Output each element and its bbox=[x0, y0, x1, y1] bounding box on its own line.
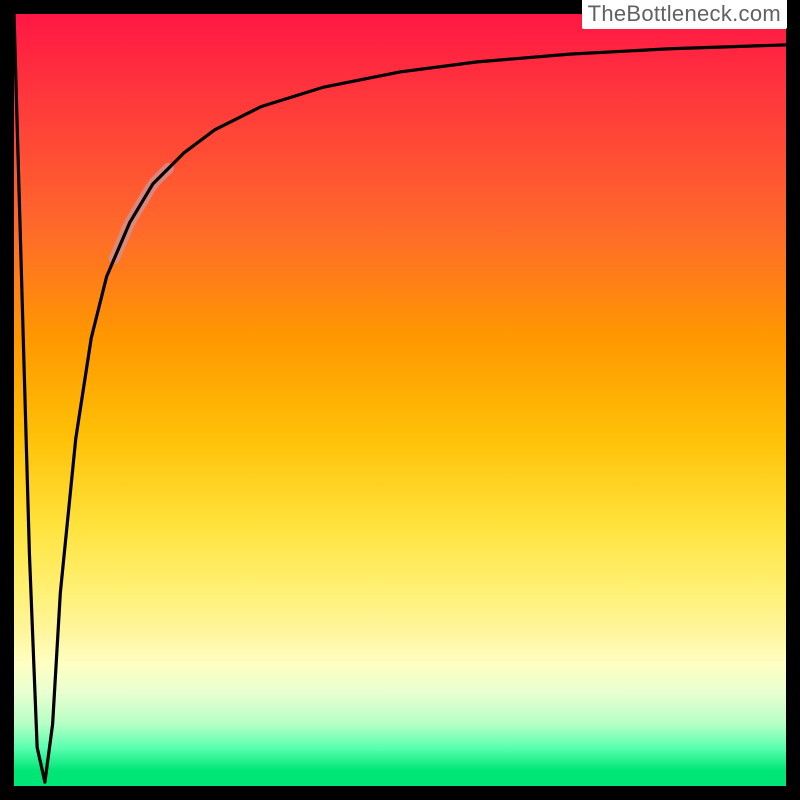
highlight-segment bbox=[114, 168, 168, 258]
bottleneck-curve-path bbox=[14, 14, 786, 782]
curve-layer bbox=[14, 14, 786, 786]
attribution-label: TheBottleneck.com bbox=[582, 0, 787, 29]
bottleneck-chart: TheBottleneck.com bbox=[0, 0, 800, 800]
